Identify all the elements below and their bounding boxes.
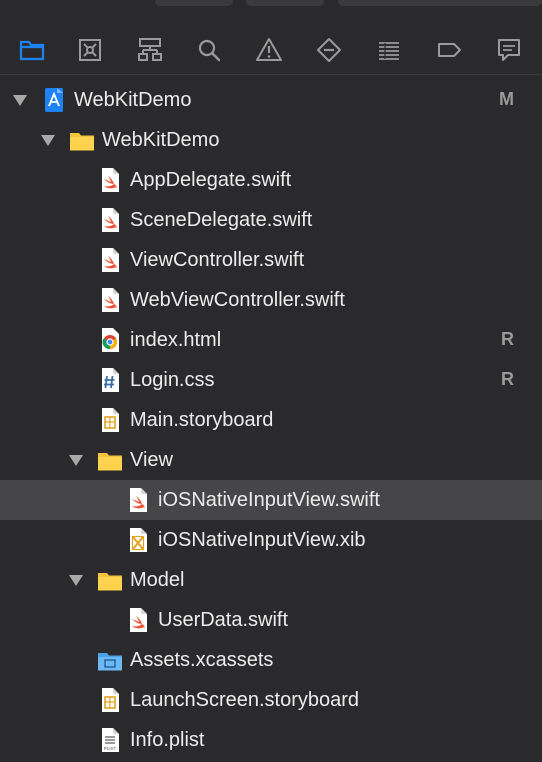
tab-debug-navigator[interactable]	[371, 34, 407, 66]
tree-row-label: Model	[130, 569, 185, 591]
tree-row-label: Login.css	[130, 369, 215, 391]
tree-row-label: WebKitDemo	[74, 89, 192, 111]
list-icon	[379, 42, 399, 60]
assets-folder-icon	[96, 646, 124, 674]
folder-icon	[96, 446, 124, 474]
source-control-status-badge: M	[499, 89, 514, 109]
source-control-icon	[79, 39, 101, 61]
tree-row-label: View	[130, 449, 173, 471]
tree-row-label: WebViewController.swift	[130, 289, 345, 311]
disclosure-triangle-icon[interactable]	[68, 453, 84, 467]
navigator-selector-bar	[0, 26, 542, 75]
disclosure-triangle-icon[interactable]	[12, 93, 28, 107]
folder-icon	[19, 40, 45, 61]
xib-file-icon	[124, 526, 152, 554]
toolbar-segment[interactable]	[155, 0, 233, 6]
search-icon	[198, 39, 221, 62]
folder-icon	[96, 566, 124, 594]
tab-find-navigator[interactable]	[191, 34, 227, 66]
tree-row[interactable]: Main.storyboard	[0, 400, 542, 440]
tree-row-label: WebKitDemo	[102, 129, 220, 151]
tree-row-label: index.html	[130, 329, 222, 351]
tab-report-navigator[interactable]	[491, 34, 527, 66]
folder-icon	[68, 126, 96, 154]
swift-file-icon	[124, 606, 152, 634]
tree-row[interactable]: Login.css R	[0, 360, 542, 400]
tree-row[interactable]: index.html R	[0, 320, 542, 360]
swift-file-icon	[96, 206, 124, 234]
tree-row-label: LaunchScreen.storyboard	[130, 689, 360, 711]
tree-row[interactable]: LaunchScreen.storyboard	[0, 680, 542, 720]
tree-row[interactable]: PLIST Info.plist	[0, 720, 542, 760]
tab-project-navigator[interactable]	[14, 34, 50, 66]
tree-row[interactable]: SceneDelegate.swift	[0, 200, 542, 240]
tree-row[interactable]: Model	[0, 560, 542, 600]
storyboard-file-icon	[96, 406, 124, 434]
tree-row-label: ViewController.swift	[130, 249, 305, 271]
tree-row[interactable]: WebViewController.swift	[0, 280, 542, 320]
disclosure-triangle-icon[interactable]	[68, 573, 84, 587]
toolbar-segment[interactable]	[338, 0, 542, 6]
tab-symbol-navigator[interactable]	[132, 34, 168, 66]
swift-file-icon	[96, 166, 124, 194]
tree-row-label: SceneDelegate.swift	[130, 209, 313, 231]
source-control-status-badge: R	[501, 329, 514, 349]
tree-row[interactable]: UserData.swift	[0, 600, 542, 640]
storyboard-file-icon	[96, 686, 124, 714]
toolbar-segment[interactable]	[246, 0, 324, 6]
swift-file-icon	[96, 246, 124, 274]
tree-row-label: iOSNativeInputView.swift	[158, 489, 380, 511]
tab-issue-navigator[interactable]	[251, 34, 287, 66]
tree-row-label: Info.plist	[130, 729, 205, 751]
project-file-icon	[40, 86, 68, 114]
disclosure-triangle-icon[interactable]	[40, 133, 56, 147]
tree-row[interactable]: iOSNativeInputView.swift	[0, 480, 542, 520]
tree-row-label: UserData.swift	[158, 609, 289, 631]
tree-row[interactable]: AppDelegate.swift	[0, 160, 542, 200]
warning-icon	[256, 38, 282, 61]
tree-row-label: AppDelegate.swift	[130, 169, 292, 191]
tab-breakpoint-navigator[interactable]	[431, 34, 467, 66]
hierarchy-icon	[138, 38, 162, 61]
swift-file-icon	[96, 286, 124, 314]
tree-row[interactable]: Assets.xcassets	[0, 640, 542, 680]
tree-row-label: iOSNativeInputView.xib	[158, 529, 366, 551]
breakpoint-icon	[438, 43, 461, 57]
diamond-icon	[317, 38, 341, 62]
window-top-strip	[0, 0, 542, 22]
tab-source-control-navigator[interactable]	[72, 34, 108, 66]
tree-row-label: Main.storyboard	[130, 409, 274, 431]
css-file-icon	[96, 366, 124, 394]
tree-row[interactable]: WebKitDemo M	[0, 80, 542, 120]
message-icon	[498, 39, 520, 61]
chrome-html-icon	[96, 326, 124, 354]
tree-row[interactable]: ViewController.swift	[0, 240, 542, 280]
tree-row-label: Assets.xcassets	[130, 649, 274, 671]
svg-text:PLIST: PLIST	[104, 746, 117, 751]
plist-file-icon: PLIST	[96, 726, 124, 754]
tree-row[interactable]: View	[0, 440, 542, 480]
source-control-status-badge: R	[501, 369, 514, 389]
tree-row[interactable]: iOSNativeInputView.xib	[0, 520, 542, 560]
tree-row[interactable]: WebKitDemo	[0, 120, 542, 160]
tab-test-navigator[interactable]	[311, 34, 347, 66]
swift-file-icon	[124, 486, 152, 514]
